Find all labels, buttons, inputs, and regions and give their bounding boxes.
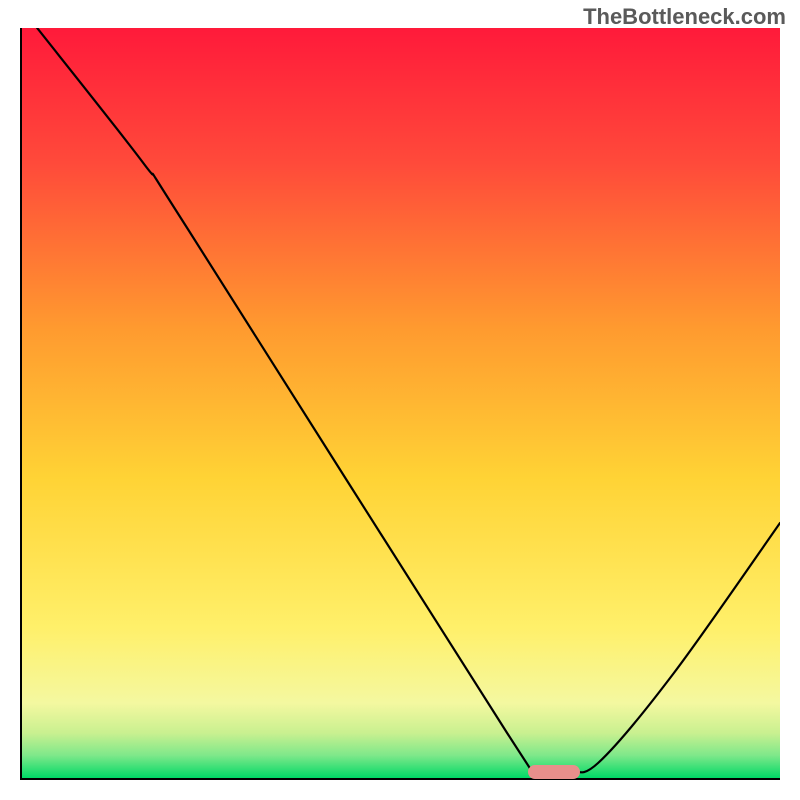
minimum-marker	[528, 765, 580, 779]
chart-svg	[22, 28, 780, 778]
gradient-background	[22, 28, 780, 778]
plot-area	[20, 28, 780, 780]
watermark-text: TheBottleneck.com	[583, 4, 786, 30]
